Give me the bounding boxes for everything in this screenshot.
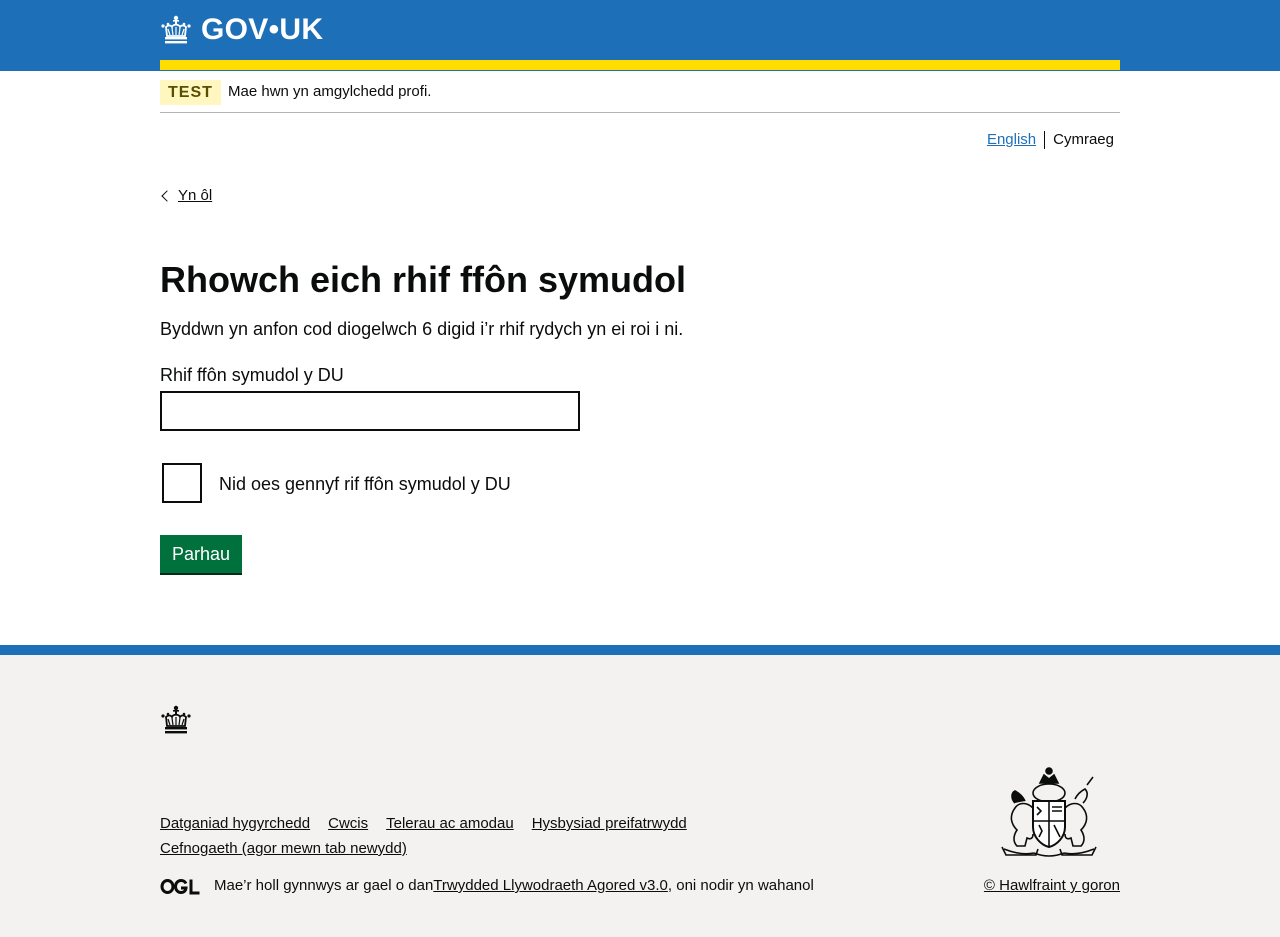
footer-link-cookies[interactable]: Cwcis [328, 811, 368, 836]
footer-link-accessibility[interactable]: Datganiad hygyrchedd [160, 811, 310, 836]
header-stripe [160, 60, 1120, 70]
ogl-logo [160, 878, 200, 894]
language-separator [1044, 131, 1046, 149]
page-title: Rhowch eich rhif ffôn symudol [160, 259, 687, 300]
footer-link-terms[interactable]: Telerau ac amodau [386, 811, 514, 836]
phone-label: Rhif ffôn symudol y DU [160, 365, 344, 385]
licence-row: Mae’r holl gynnwys ar gael o dan Trwydde… [160, 876, 814, 896]
language-welsh-current: Cymraeg [1053, 131, 1114, 148]
phase-text: Mae hwn yn amgylchedd profi. [228, 83, 432, 100]
no-uk-phone-checkbox[interactable] [162, 463, 202, 503]
royal-coat-of-arms [1001, 767, 1097, 857]
logotype-right: UK [279, 13, 324, 46]
licence-prefix: Mae’r holl gynnwys ar gael o dan [214, 877, 434, 894]
licence-suffix: , oni nodir yn wahanol [667, 877, 814, 894]
licence-link[interactable]: Trwydded Llywodraeth Agored v3.0 [433, 876, 668, 896]
language-english-link[interactable]: English [987, 130, 1036, 150]
header-container: GOV•UK [160, 0, 1120, 71]
footer-links: Datganiad hygyrchedd Cwcis Telerau ac amod… [160, 811, 740, 861]
page-description: Byddwn yn anfon cod diogelwch 6 digid i’… [160, 319, 684, 339]
site-footer: Datganiad hygyrchedd Cwcis Telerau ac amod… [0, 645, 1280, 937]
phase-tag: TEST [160, 80, 221, 105]
site-header: GOV•UK [0, 0, 1280, 71]
back-link[interactable]: Yn ôl [178, 186, 212, 206]
footer-link-support[interactable]: Cefnogaeth (agor mewn tab newydd) [160, 836, 407, 861]
no-uk-phone-checkbox-label[interactable]: Nid oes gennyf rif ffôn symudol y DU [219, 472, 511, 496]
back-link-container: Yn ôl [160, 186, 212, 206]
crown-icon [161, 15, 191, 44]
continue-button[interactable]: Parhau [160, 535, 243, 573]
phone-input[interactable] [160, 391, 580, 431]
logotype: GOV•UK [201, 12, 323, 48]
phase-banner: TEST Mae hwn yn amgylchedd profi. [160, 71, 1120, 113]
chevron-left-icon [161, 190, 173, 202]
logotype-left: GOV [201, 13, 269, 46]
crown-icon [161, 705, 191, 734]
language-toggle: English Cymraeg [987, 130, 1114, 150]
govuk-logo-link[interactable]: GOV•UK [160, 12, 323, 48]
logotype-dot: • [268, 13, 280, 46]
footer-link-privacy[interactable]: Hysbysiad preifatrwydd [532, 811, 687, 836]
copyright-link[interactable]: © Hawlfraint y goron [984, 876, 1120, 896]
